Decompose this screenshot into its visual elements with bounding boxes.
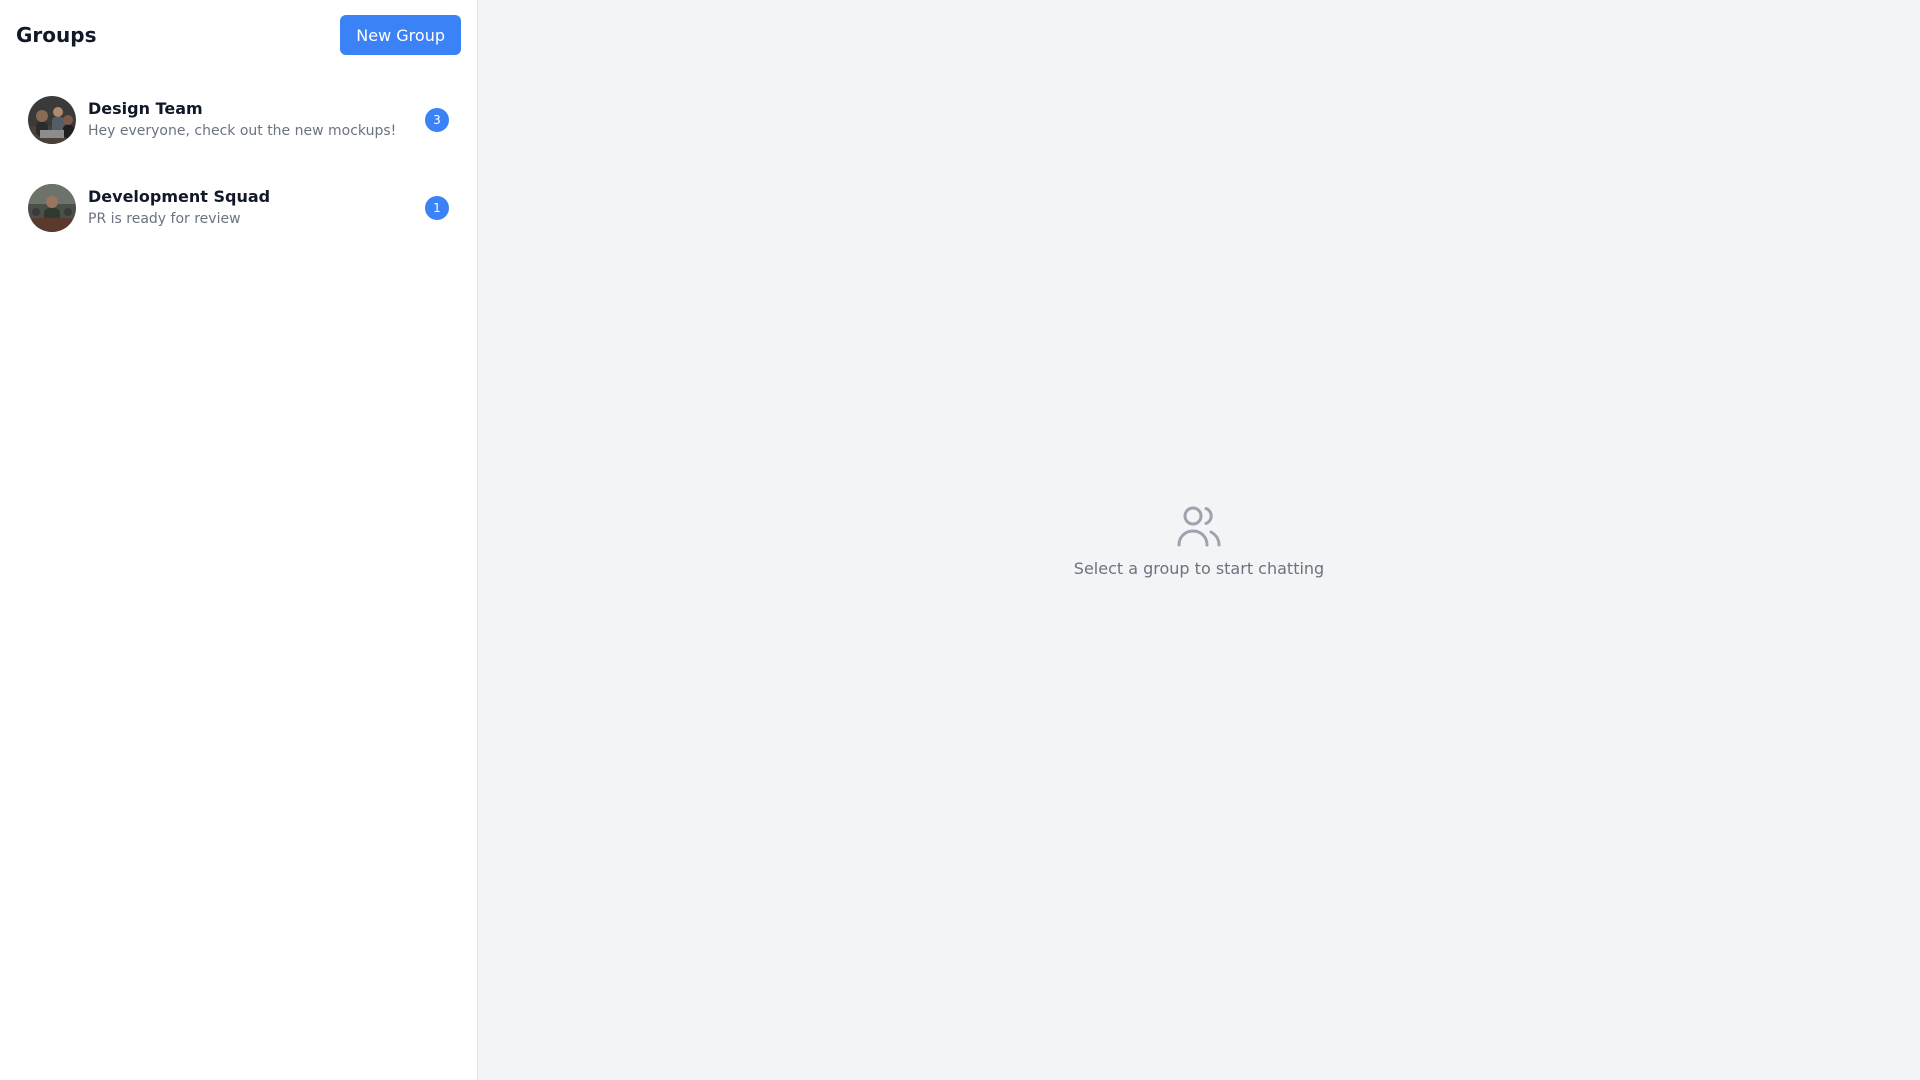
groups-sidebar: Groups New Group Design Team Hey everyon…: [0, 0, 478, 1080]
group-avatar: [28, 184, 76, 232]
empty-state: Select a group to start chatting: [1074, 503, 1324, 578]
sidebar-title: Groups: [16, 23, 97, 47]
group-last-message: PR is ready for review: [88, 211, 241, 227]
group-item-design-team[interactable]: Design Team Hey everyone, check out the …: [12, 76, 465, 164]
group-text: Development Squad PR is ready for review: [88, 186, 413, 230]
new-group-button[interactable]: New Group: [340, 15, 461, 55]
group-list: Design Team Hey everyone, check out the …: [0, 70, 477, 258]
empty-state-message: Select a group to start chatting: [1073, 558, 1325, 578]
sidebar-header: Groups New Group: [0, 0, 477, 70]
users-icon: [1177, 506, 1221, 546]
group-item-development-squad[interactable]: Development Squad PR is ready for review…: [12, 164, 465, 252]
chat-main-panel: Select a group to start chatting: [478, 0, 1920, 1080]
app-window: Groups New Group Design Team Hey everyon…: [0, 0, 1920, 1080]
group-avatar: [28, 96, 76, 144]
unread-badge: 3: [425, 108, 449, 132]
unread-badge: 1: [425, 196, 449, 220]
group-last-message: Hey everyone, check out the new mockups!: [88, 123, 397, 139]
group-text: Design Team Hey everyone, check out the …: [88, 98, 413, 142]
group-name: Design Team: [88, 99, 203, 118]
group-name: Development Squad: [88, 187, 271, 206]
